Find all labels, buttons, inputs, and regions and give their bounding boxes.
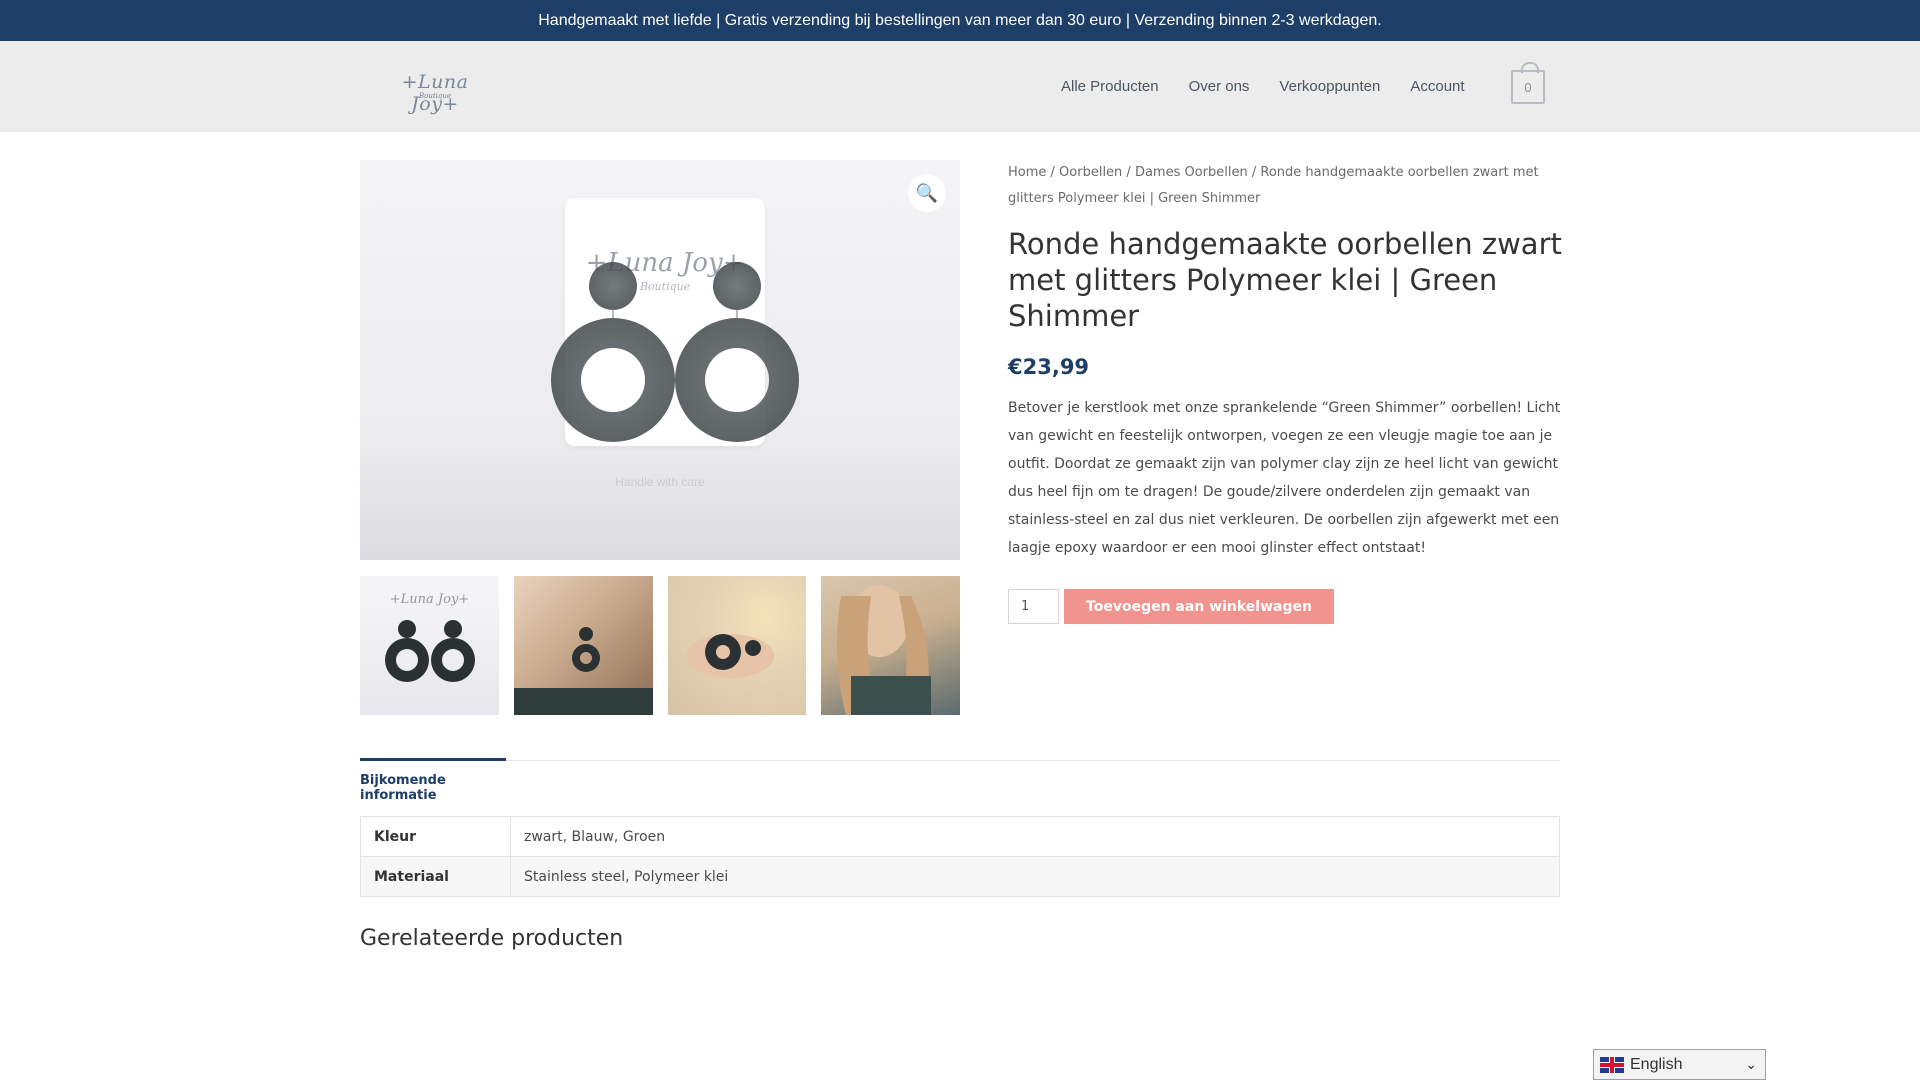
nav-about[interactable]: Over ons [1189,78,1250,95]
add-to-cart-button[interactable]: Toevoegen aan winkelwagen [1064,589,1334,624]
announcement-bar: Handgemaakt met liefde | Gratis verzendi… [0,0,1920,41]
card-care-text: Handle with care [615,475,705,489]
attribute-label: Kleur [360,816,511,857]
product-title: Ronde handgemaakte oorbellen zwart met g… [1008,227,1562,333]
uk-flag-icon [1600,1056,1624,1073]
tabs-divider [360,760,1560,761]
language-label: English [1630,1055,1683,1073]
chevron-down-icon: ⌄ [1745,1056,1757,1072]
breadcrumb-separator: / [1122,165,1135,180]
tab-additional-info[interactable]: Bijkomende informatie [360,758,506,803]
thumbnail-4[interactable] [821,576,960,715]
table-row: Materiaal Stainless steel, Polymeer klei [360,856,1560,897]
product-main-image[interactable]: +Luna Joy+ Boutique Handle with care 🔍 [360,160,960,560]
thumbnail-earrings [385,620,475,682]
breadcrumb-home[interactable]: Home [1008,165,1046,180]
cart-count: 0 [1524,79,1532,95]
product-description: Betover je kerstlook met onze sprankelen… [1008,400,1561,556]
thumbnail-2[interactable] [513,576,653,715]
breadcrumb-dames-oorbellen[interactable]: Dames Oorbellen [1135,165,1248,180]
attributes-table: Kleur zwart, Blauw, Groen Materiaal Stai… [360,816,1560,897]
breadcrumb-separator: / [1046,165,1060,180]
thumbnail-model-hair [837,585,932,715]
attribute-value: Stainless steel, Polymeer klei [510,856,1560,897]
attribute-value: zwart, Blauw, Groen [510,816,1560,857]
thumbnail-strip: +Luna Joy+ [360,576,960,715]
cart-icon[interactable]: 0 [1511,62,1545,104]
thumbnail-model-earring [513,627,653,715]
quantity-input[interactable] [1008,589,1059,624]
logo-subtext: Boutique [418,92,452,100]
thumbnail-1[interactable]: +Luna Joy+ [360,576,499,715]
magnifier-icon[interactable]: 🔍 [908,174,946,212]
breadcrumb-separator: / [1247,165,1261,180]
nav-account[interactable]: Account [1410,78,1464,95]
earrings-illustration [551,262,799,442]
breadcrumb: Home / Oorbellen / Dames Oorbellen / Ron… [1008,160,1568,212]
product-price: €23,99 [1008,355,1090,379]
nav-all-products[interactable]: Alle Producten [1061,78,1159,95]
attribute-label: Materiaal [360,856,511,897]
site-logo[interactable]: +Luna Joy+ Boutique [385,69,485,115]
language-switcher[interactable]: English ⌄ [1593,1049,1766,1080]
announcement-text: Handgemaakt met liefde | Gratis verzendi… [538,11,1382,29]
thumbnail-3[interactable] [667,576,807,715]
thumbnail-hand-earrings [685,634,774,678]
related-products-heading: Gerelateerde producten [360,926,624,951]
nav-stores[interactable]: Verkooppunten [1279,78,1380,95]
main-nav: Alle Producten Over ons Verkooppunten Ac… [1061,78,1495,95]
breadcrumb-oorbellen[interactable]: Oorbellen [1059,165,1122,180]
site-header: +Luna Joy+ Boutique Alle Producten Over … [0,41,1920,132]
table-row: Kleur zwart, Blauw, Groen [360,816,1560,857]
